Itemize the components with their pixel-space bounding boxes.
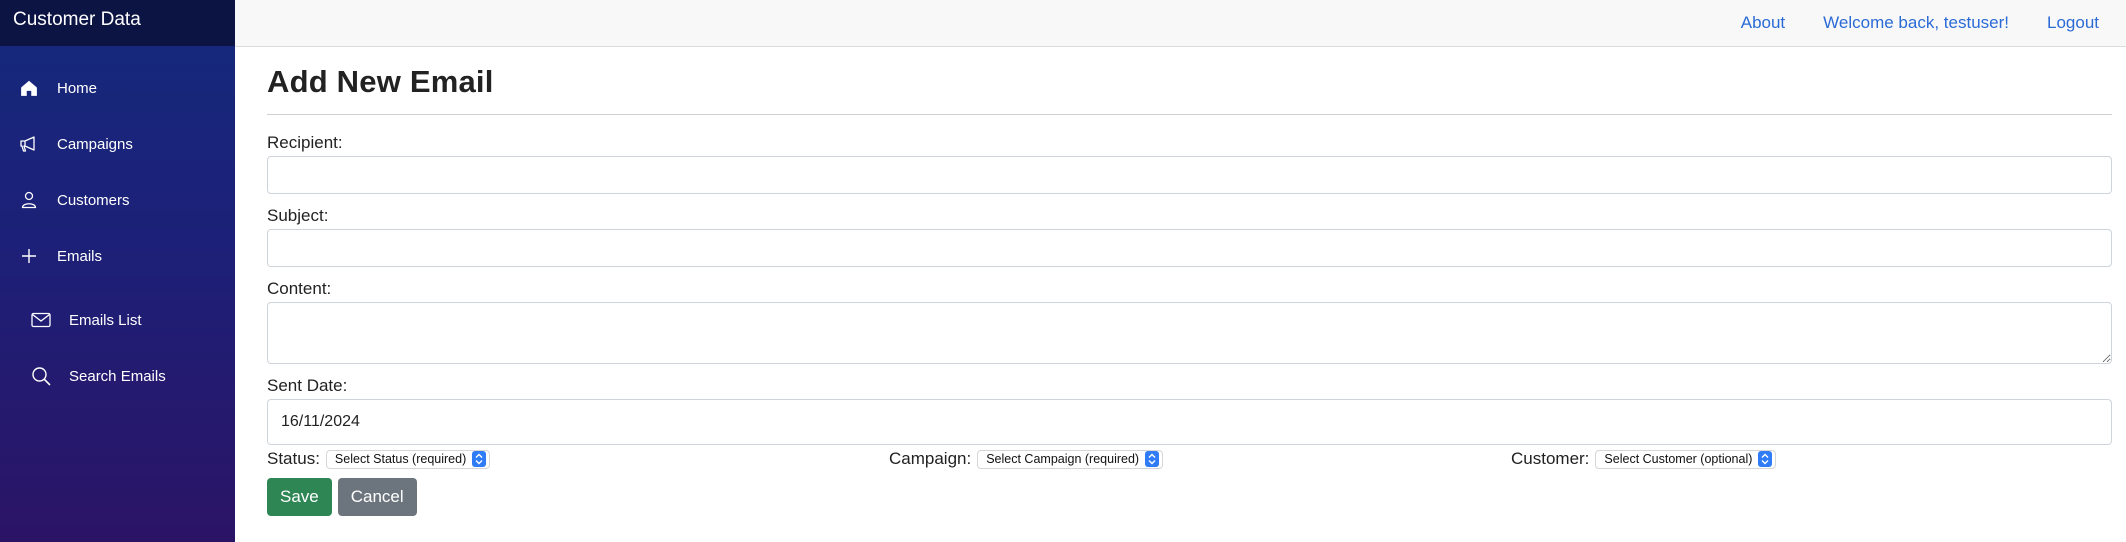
person-icon <box>16 189 42 211</box>
sidebar-item-customers[interactable]: Customers <box>0 172 235 228</box>
page-title: Add New Email <box>267 64 2112 115</box>
sidebar-nav: Home Campaigns Customers Emails Emails L… <box>0 46 235 404</box>
subject-input[interactable] <box>267 229 2112 267</box>
sidebar: Customer Data Home Campaigns Customers E… <box>0 0 235 542</box>
status-label: Status: <box>267 449 320 468</box>
campaign-group: Campaign: Select Campaign (required) <box>889 449 1511 469</box>
search-icon <box>28 365 54 387</box>
campaign-select-value: Select Campaign (required) <box>986 452 1140 466</box>
plus-icon <box>16 245 42 267</box>
top-navbar: About Welcome back, testuser! Logout <box>235 0 2126 47</box>
sent-date-value: 16/11/2024 <box>281 413 360 430</box>
sidebar-item-label: Home <box>57 79 98 97</box>
status-select-value: Select Status (required) <box>334 452 467 466</box>
envelope-icon <box>28 309 54 331</box>
customer-group: Customer: Select Customer (optional) <box>1511 449 1777 469</box>
brand-title[interactable]: Customer Data <box>0 0 235 46</box>
campaign-label: Campaign: <box>889 449 972 468</box>
nav-spacer <box>0 284 235 292</box>
about-link[interactable]: About <box>1741 13 1785 33</box>
recipient-input[interactable] <box>267 156 2112 194</box>
subject-label: Subject: <box>267 206 329 225</box>
select-arrows-icon <box>472 451 487 467</box>
sidebar-subitem-emails-list[interactable]: Emails List <box>0 292 235 348</box>
sent-date-input[interactable]: 16/11/2024 <box>267 399 2112 445</box>
sidebar-item-home[interactable]: Home <box>0 60 235 116</box>
customer-select[interactable]: Select Customer (optional) <box>1595 449 1777 469</box>
main-area: About Welcome back, testuser! Logout Add… <box>235 0 2126 542</box>
sidebar-item-emails[interactable]: Emails <box>0 228 235 284</box>
campaign-select[interactable]: Select Campaign (required) <box>977 449 1164 469</box>
home-icon <box>16 77 42 99</box>
welcome-link[interactable]: Welcome back, testuser! <box>1823 13 2009 33</box>
sidebar-item-label: Emails List <box>69 311 142 329</box>
cancel-button[interactable]: Cancel <box>337 478 417 516</box>
form-buttons: Save Cancel <box>267 478 2112 516</box>
megaphone-icon <box>16 133 42 155</box>
save-button[interactable]: Save <box>267 478 332 516</box>
sent-date-label: Sent Date: <box>267 376 348 395</box>
status-group: Status: Select Status (required) <box>267 449 889 469</box>
app-root: Customer Data Home Campaigns Customers E… <box>0 0 2126 542</box>
sidebar-item-campaigns[interactable]: Campaigns <box>0 116 235 172</box>
select-row: Status: Select Status (required) Campaig… <box>267 448 2112 470</box>
sidebar-item-label: Customers <box>57 191 130 209</box>
customer-label: Customer: <box>1511 449 1590 468</box>
form-container: Add New Email Recipient: Subject: Conten… <box>235 47 2126 516</box>
select-arrows-icon <box>1145 451 1160 467</box>
logout-link[interactable]: Logout <box>2047 13 2099 33</box>
recipient-label: Recipient: <box>267 133 343 152</box>
sidebar-item-label: Emails <box>57 247 103 265</box>
sidebar-item-label: Campaigns <box>57 135 133 153</box>
select-arrows-icon <box>1758 451 1773 467</box>
status-select[interactable]: Select Status (required) <box>325 449 491 469</box>
sidebar-subitem-search-emails[interactable]: Search Emails <box>0 348 235 404</box>
content-textarea[interactable] <box>267 302 2112 364</box>
content-label: Content: <box>267 279 332 298</box>
sidebar-item-label: Search Emails <box>69 367 166 385</box>
customer-select-value: Select Customer (optional) <box>1604 452 1753 466</box>
